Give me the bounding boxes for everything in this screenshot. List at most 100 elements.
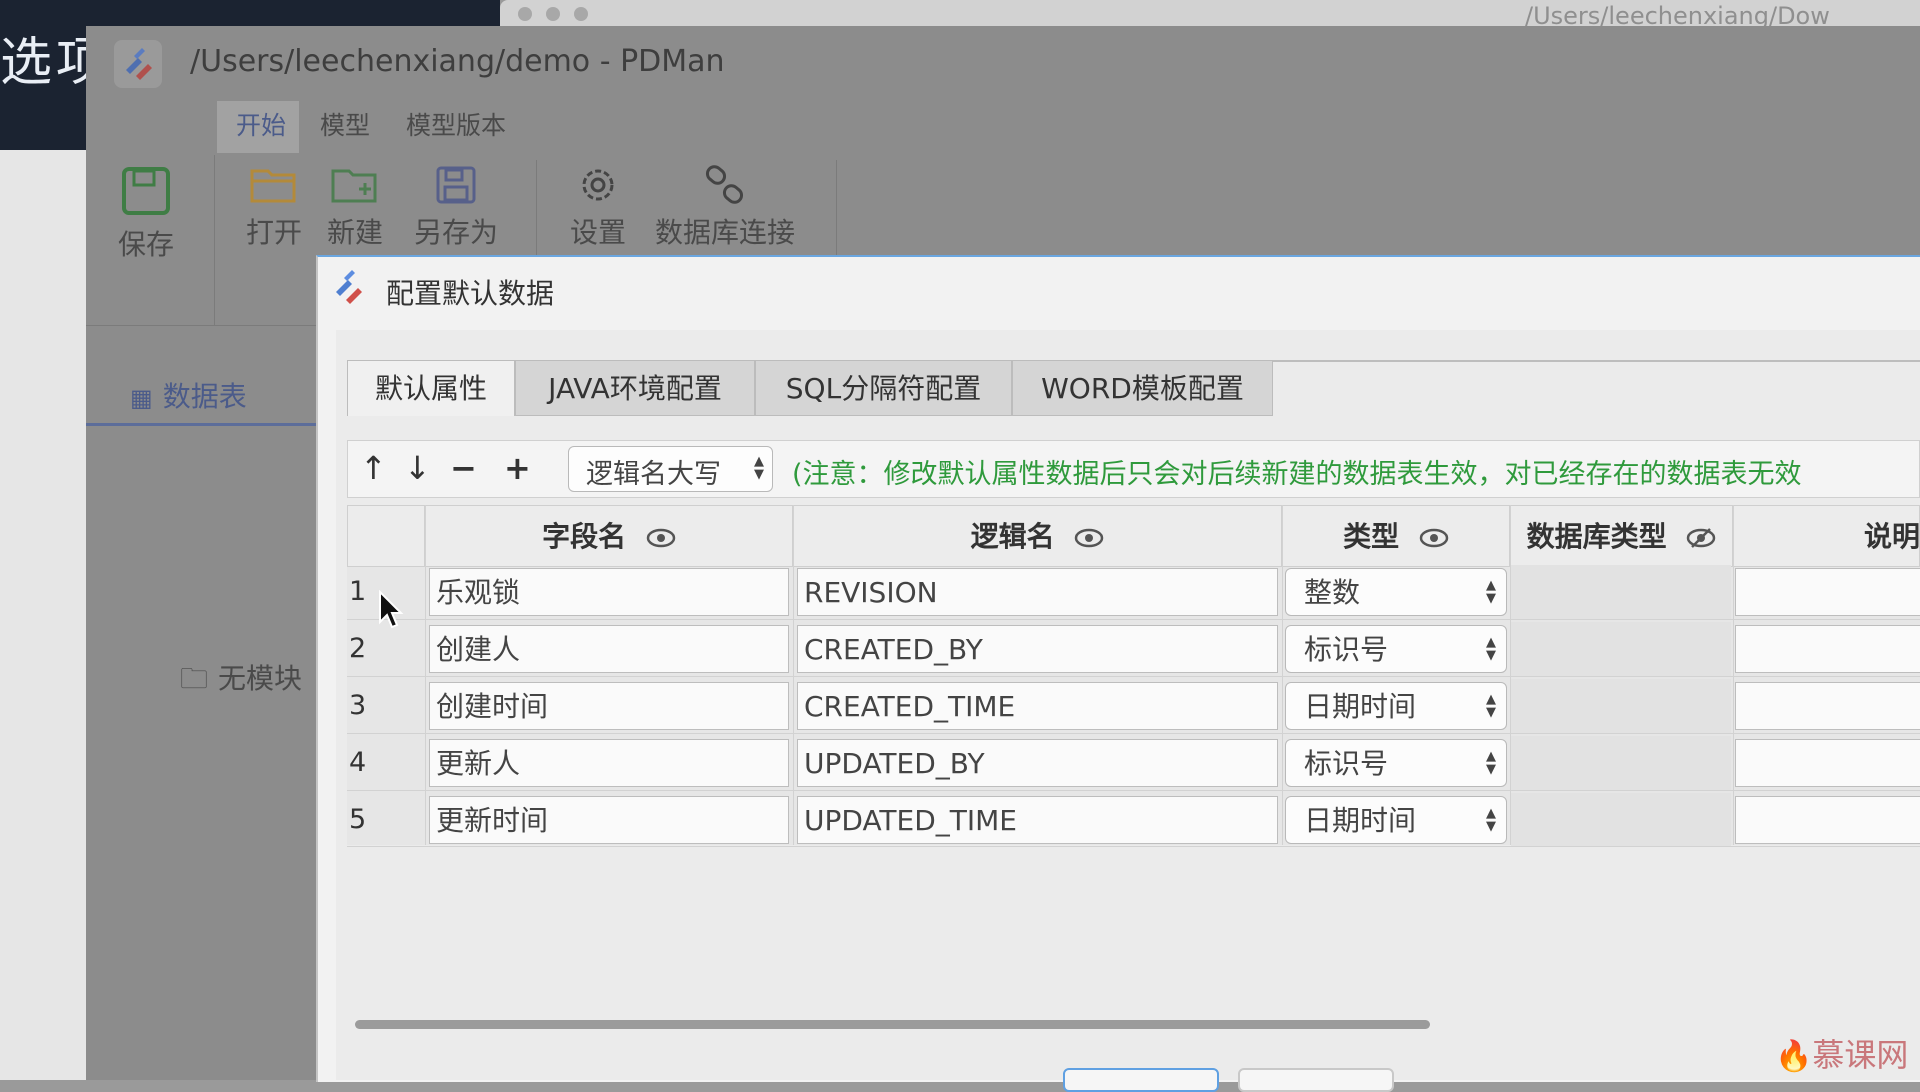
field-name-input[interactable]: 更新时间 <box>429 796 789 844</box>
eye-icon[interactable] <box>646 528 676 548</box>
row-divider <box>347 790 1920 791</box>
mouse-cursor-icon <box>379 590 404 629</box>
ok-button[interactable] <box>1063 1068 1219 1092</box>
sidebar-empty-state: 🗀 无模块 <box>180 657 302 706</box>
description-input[interactable] <box>1735 625 1920 673</box>
description-input[interactable] <box>1735 682 1920 730</box>
ribbon-divider <box>214 155 215 325</box>
move-down-icon[interactable]: ↓ <box>404 448 431 488</box>
ribbon-bottom-border <box>86 325 316 326</box>
move-up-icon[interactable]: ↑ <box>360 448 387 488</box>
folder-add-icon <box>331 169 377 203</box>
logic-name-input[interactable]: REVISION <box>797 568 1278 616</box>
menu-model-version[interactable]: 模型版本 <box>406 106 506 142</box>
field-name-input[interactable]: 创建时间 <box>429 682 789 730</box>
description-input[interactable] <box>1735 568 1920 616</box>
description-input[interactable] <box>1735 796 1920 844</box>
open-button[interactable]: 打开 <box>246 165 302 251</box>
select-arrows-icon: ▲ ▼ <box>1486 749 1496 777</box>
dialog-title: 配置默认数据 <box>386 277 555 310</box>
header-description: 说明 <box>1733 505 1920 567</box>
link-icon <box>705 165 744 204</box>
row-divider <box>347 733 1920 734</box>
window-title: /Users/leechenxiang/demo - PDMan <box>190 44 725 79</box>
type-select[interactable]: 标识号 ▲ ▼ <box>1285 625 1507 673</box>
logic-name-input[interactable]: CREATED_BY <box>797 625 1278 673</box>
tab-word-template[interactable]: WORD模板配置 <box>1012 360 1273 416</box>
header-logic-name: 逻辑名 <box>793 505 1282 567</box>
db-connect-label: 数据库连接 <box>655 216 796 249</box>
ribbon-divider <box>836 160 837 255</box>
new-button[interactable]: 新建 <box>327 165 383 251</box>
settings-button[interactable]: 设置 <box>570 165 626 251</box>
folder-add-icon: 🗀 <box>180 662 209 695</box>
tab-default-properties[interactable]: 默认属性 <box>347 360 515 416</box>
header-type-label: 类型 <box>1343 520 1400 553</box>
menu-model[interactable]: 模型 <box>320 106 370 142</box>
grid-line <box>1733 505 1734 845</box>
row-index: 2 <box>349 633 367 664</box>
tab-java-config[interactable]: JAVA环境配置 <box>515 360 755 416</box>
window-minimize-dot <box>546 7 560 21</box>
cancel-button[interactable] <box>1238 1068 1394 1092</box>
select-arrows-icon: ▲ ▼ <box>1486 578 1496 606</box>
header-db-type: 数据库类型 <box>1510 505 1733 567</box>
type-select[interactable]: 标识号 ▲ ▼ <box>1285 739 1507 787</box>
select-arrows-icon: ▲ ▼ <box>754 454 764 482</box>
save-label: 保存 <box>118 228 175 261</box>
logic-name-input[interactable]: CREATED_TIME <box>797 682 1278 730</box>
dialog-logo-icon <box>330 268 370 312</box>
background-light-panel <box>0 150 86 1080</box>
settings-label: 设置 <box>570 216 627 249</box>
field-name-input[interactable]: 乐观锁 <box>429 568 789 616</box>
ribbon-divider <box>536 160 537 255</box>
db-type-cell <box>1511 622 1731 676</box>
row-index: 4 <box>349 747 367 778</box>
sidebar-tab-tables[interactable]: ▦ 数据表 <box>130 375 247 415</box>
add-row-icon[interactable]: + <box>504 448 531 488</box>
header-field-name: 字段名 <box>425 505 793 567</box>
flame-icon: 🔥 <box>1775 1039 1813 1074</box>
logic-name-input[interactable]: UPDATED_BY <box>797 739 1278 787</box>
eye-icon[interactable] <box>1074 528 1104 548</box>
gear-icon <box>582 169 614 201</box>
field-name-input[interactable]: 更新人 <box>429 739 789 787</box>
case-select-value: 逻辑名大写 <box>586 459 721 490</box>
save-button[interactable]: 保存 <box>118 165 174 263</box>
header-field-name-label: 字段名 <box>542 520 627 553</box>
new-label: 新建 <box>327 216 384 249</box>
db-connect-button[interactable]: 数据库连接 <box>655 165 795 251</box>
type-select-value: 标识号 <box>1304 747 1389 780</box>
sidebar-tab-underline <box>86 423 316 426</box>
row-divider <box>347 676 1920 677</box>
type-select[interactable]: 日期时间 ▲ ▼ <box>1285 796 1507 844</box>
field-name-input[interactable]: 创建人 <box>429 625 789 673</box>
tab-sql-separator[interactable]: SQL分隔符配置 <box>755 360 1012 416</box>
remove-row-icon[interactable]: − <box>450 448 477 488</box>
row-index: 3 <box>349 690 367 721</box>
grid-line <box>793 505 794 845</box>
background-window-titlebar: /Users/leechenxiang/Dow <box>500 0 1920 30</box>
type-select[interactable]: 整数 ▲ ▼ <box>1285 568 1507 616</box>
grid-line <box>1282 505 1283 845</box>
type-select-value: 标识号 <box>1304 633 1389 666</box>
eye-off-icon[interactable] <box>1686 528 1716 548</box>
menu-start[interactable]: 开始 <box>236 106 286 142</box>
header-type: 类型 <box>1282 505 1510 567</box>
save-as-label: 另存为 <box>414 216 499 249</box>
eye-icon[interactable] <box>1419 528 1449 548</box>
db-type-cell <box>1511 736 1731 790</box>
window-close-dot <box>518 7 532 21</box>
horizontal-scrollbar[interactable] <box>355 1020 1430 1029</box>
sidebar-tab-label: 数据表 <box>162 380 247 413</box>
folder-open-icon <box>250 169 296 203</box>
description-input[interactable] <box>1735 739 1920 787</box>
save-as-button[interactable]: 另存为 <box>414 165 498 251</box>
db-type-cell <box>1511 565 1731 619</box>
row-divider <box>347 846 1920 847</box>
logic-name-input[interactable]: UPDATED_TIME <box>797 796 1278 844</box>
grid-line <box>425 505 426 845</box>
type-select[interactable]: 日期时间 ▲ ▼ <box>1285 682 1507 730</box>
type-select-value: 日期时间 <box>1304 690 1417 723</box>
grid-icon: ▦ <box>130 384 153 412</box>
